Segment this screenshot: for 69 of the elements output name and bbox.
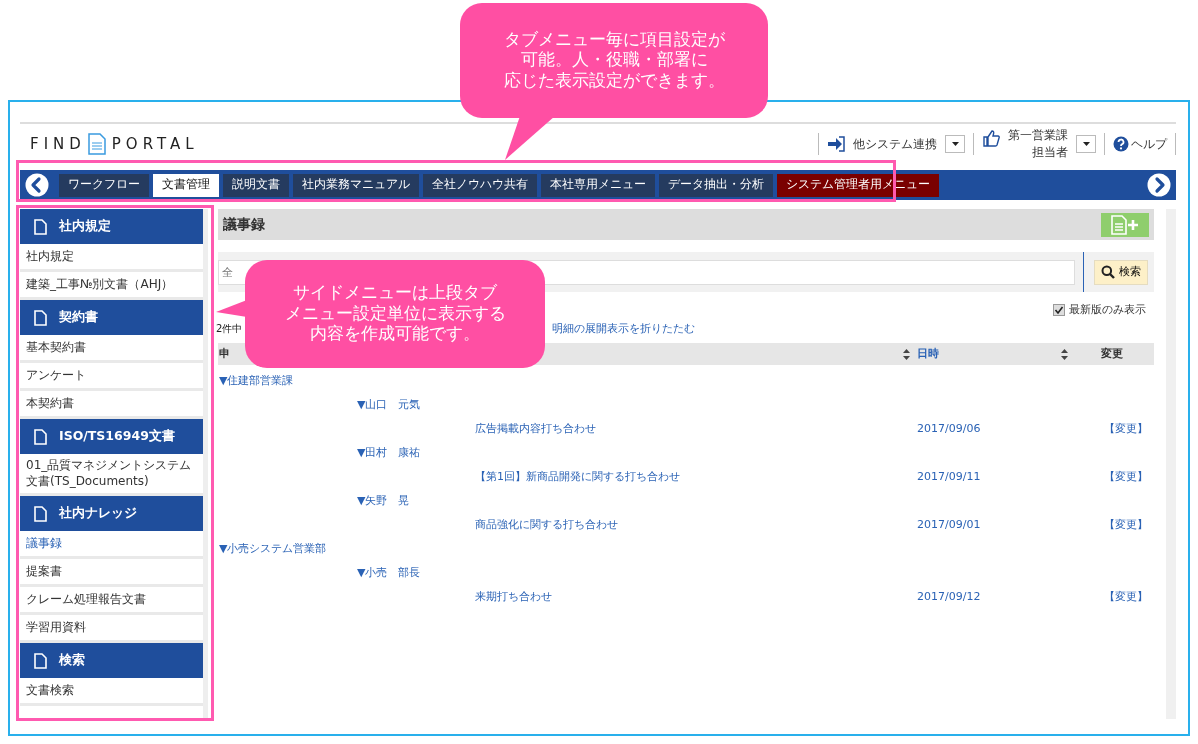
subject-link[interactable]: 【第1回】新商品開発に関する打ち合わせ	[475, 468, 680, 485]
user-role: 担当者	[1032, 144, 1068, 161]
subject-link[interactable]: 広告掲載内容打ち合わせ	[475, 420, 596, 437]
date-text[interactable]: 2017/09/11	[917, 468, 981, 485]
document-plus-icon	[1110, 214, 1140, 235]
document-icon	[34, 428, 47, 445]
document-icon	[34, 218, 47, 235]
link-label[interactable]: 他システム連携	[853, 135, 937, 153]
subject-link[interactable]: 来期打ち合わせ	[475, 588, 552, 605]
document-icon	[87, 133, 106, 155]
date-text[interactable]: 2017/09/01	[917, 516, 981, 533]
tab[interactable]: データ抽出・分析	[658, 173, 773, 197]
thumbs-up-icon	[982, 129, 1000, 148]
column-header: 申	[219, 345, 230, 362]
sign-in-icon[interactable]	[827, 136, 845, 152]
reporter-link[interactable]: ▼田村 康祐	[357, 444, 421, 461]
search-button[interactable]: 検索	[1094, 259, 1148, 285]
callout-tooltip: サイドメニューは上段タブ メニュー設定単位に表示する 内容を作成可能です。	[245, 260, 545, 368]
edit-link[interactable]: 【変更】	[1104, 516, 1148, 533]
dropdown-button[interactable]	[945, 135, 965, 153]
user-department: 第一営業課	[1008, 127, 1068, 144]
edit-link[interactable]: 【変更】	[1104, 588, 1148, 605]
column-header: 変更	[1100, 345, 1123, 362]
document-icon	[34, 652, 47, 669]
tab[interactable]: 文書管理	[152, 173, 219, 197]
scroll-left-button[interactable]	[25, 173, 49, 197]
search-icon	[1101, 265, 1115, 279]
date-text[interactable]: 2017/09/12	[917, 588, 981, 605]
section-title: 契約書	[59, 308, 98, 327]
checkbox-label: 最新版のみ表示	[1069, 302, 1146, 318]
tab[interactable]: 社内業務マニュアル	[292, 173, 419, 197]
edit-link[interactable]: 【変更】	[1104, 468, 1148, 485]
collapse-all-link[interactable]: 明細の展開表示を折りたたむ	[552, 320, 696, 337]
section-title: 社内規定	[59, 217, 111, 236]
reporter-link[interactable]: ▼小売 部長	[357, 564, 421, 581]
date-text[interactable]: 2017/09/06	[917, 420, 981, 437]
document-icon	[34, 505, 47, 522]
department-link[interactable]: ▼小売システム営業部	[219, 540, 327, 557]
result-count: 2件中	[216, 322, 243, 337]
tab[interactable]: ワークフロー	[58, 173, 149, 197]
department-link[interactable]: ▼住建部営業課	[219, 372, 294, 389]
logo-text: PORTAL	[111, 133, 199, 155]
column-header[interactable]: 日時	[917, 345, 939, 363]
sort-icon[interactable]	[903, 348, 910, 360]
page-title: 議事録	[223, 215, 265, 234]
reporter-link[interactable]: ▼矢野 晃	[357, 492, 410, 509]
tab[interactable]: 説明文書	[222, 173, 289, 197]
section-title: 検索	[59, 651, 85, 670]
sort-icon[interactable]	[1061, 348, 1068, 360]
caret-icon	[1081, 141, 1091, 147]
scroll-right-button[interactable]	[1147, 173, 1171, 197]
tab[interactable]: 全社ノウハウ共有	[422, 173, 537, 197]
help-link[interactable]: ヘルプ	[1131, 135, 1167, 153]
help-icon[interactable]	[1113, 136, 1129, 152]
section-title: 社内ナレッジ	[59, 504, 137, 523]
section-title: ISO/TS16949文書	[59, 427, 175, 446]
subject-link[interactable]: 商品強化に関する打ち合わせ	[475, 516, 618, 533]
chevron-left-icon	[25, 173, 49, 197]
callout-pointer	[505, 116, 555, 160]
tab[interactable]: 本社専用メニュー	[540, 173, 655, 197]
logo-text: FIND	[30, 133, 86, 155]
chevron-right-icon	[1147, 173, 1171, 197]
callout-tooltip: タブメニュー毎に項目設定が 可能。人・役職・部署に 応じた表示設定ができます。	[460, 3, 768, 118]
caret-icon	[950, 141, 960, 147]
edit-link[interactable]: 【変更】	[1104, 420, 1148, 437]
checkbox[interactable]	[1053, 304, 1065, 317]
dropdown-button[interactable]	[1076, 135, 1096, 153]
document-icon	[34, 309, 47, 326]
reporter-link[interactable]: ▼山口 元気	[357, 396, 421, 413]
